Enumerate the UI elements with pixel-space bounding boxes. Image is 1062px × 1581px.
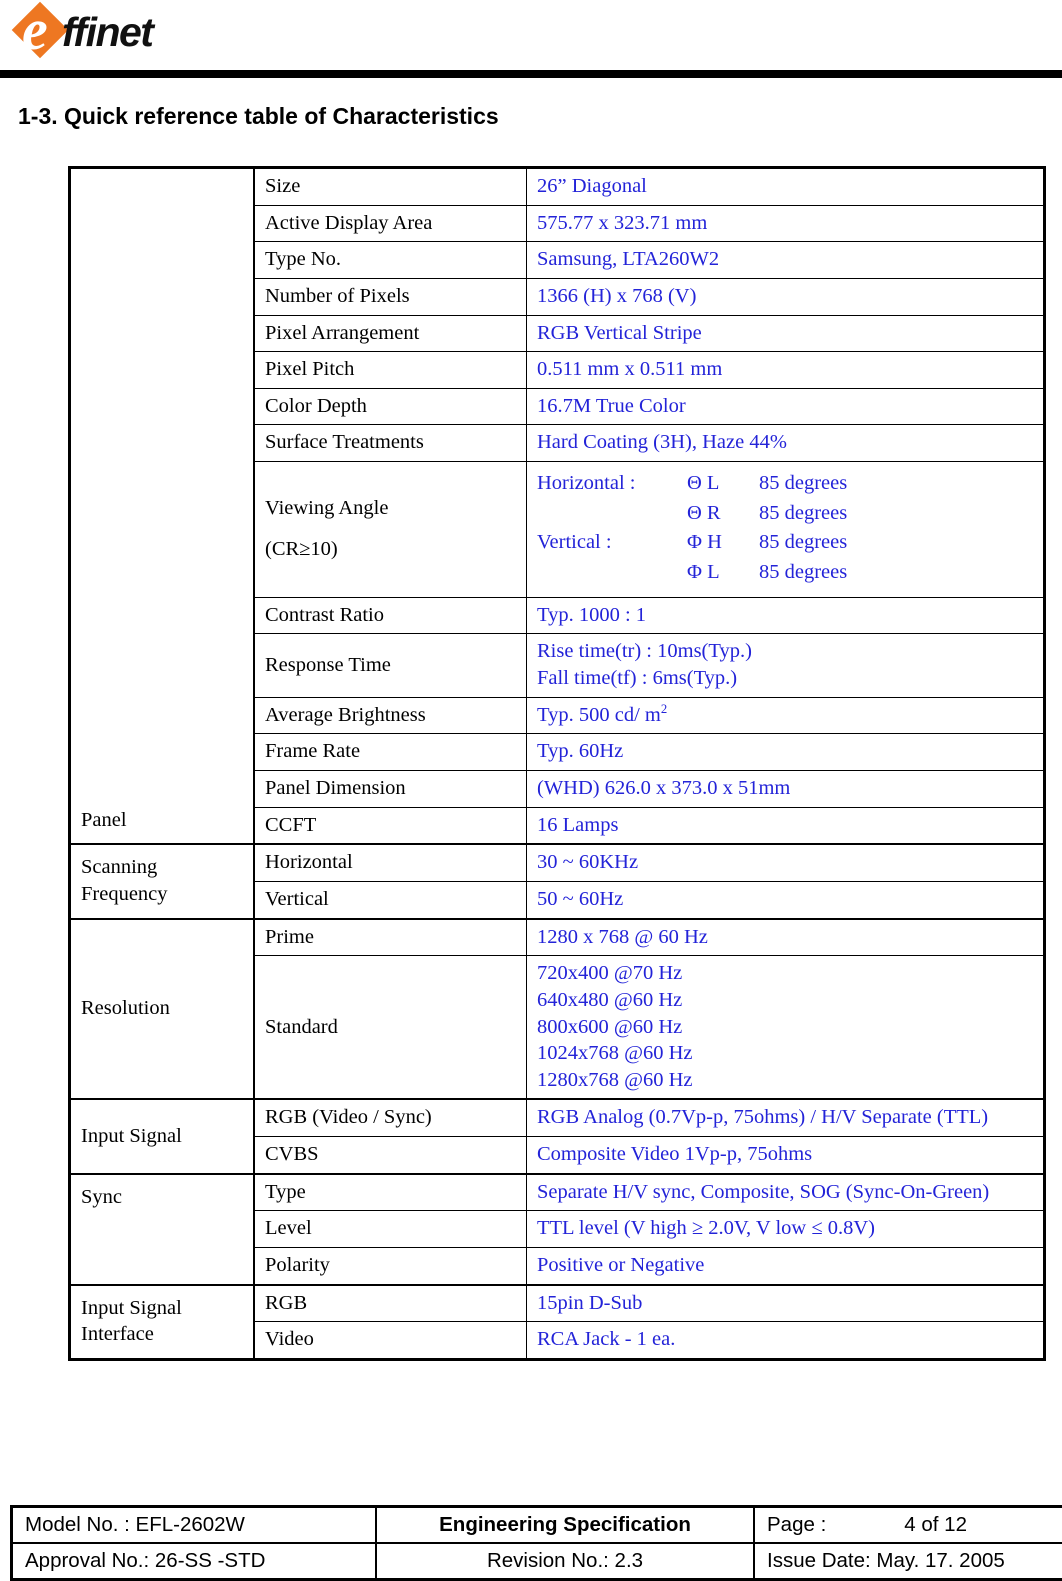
row-label: CCFT [254,807,527,844]
table-row: Input SignalRGB (Video / Sync)RGB Analog… [70,1099,1045,1136]
row-label: Pixel Arrangement [254,315,527,352]
row-value: Hard Coating (3H), Haze 44% [527,425,1045,462]
row-label: Prime [254,919,527,956]
viewing-angle-value: 85 degrees [759,529,1035,557]
row-label: Panel Dimension [254,771,527,808]
row-label: CVBS [254,1137,527,1174]
group-label-panel: Panel [70,168,255,845]
footer-row-bottom: Approval No.: 26-SS -STD Revision No.: 2… [12,1543,1062,1580]
row-value: Typ. 1000 : 1 [527,597,1045,634]
specification-table: PanelSize26” DiagonalActive Display Area… [68,166,1046,1361]
row-value: Samsung, LTA260W2 [527,242,1045,279]
table-row: ResolutionPrime1280 x 768 @ 60 Hz [70,919,1045,956]
row-label: Polarity [254,1247,527,1284]
viewing-angle-value: 85 degrees [759,559,1035,587]
viewing-angle-axis: Horizontal : [537,470,687,498]
row-value: 30 ~ 60KHz [527,844,1045,881]
row-label: RGB (Video / Sync) [254,1099,527,1136]
footer-model-no: Model No. : EFL-2602W [12,1507,377,1544]
table-row: Scanning FrequencyHorizontal30 ~ 60KHz [70,844,1045,881]
row-label: Color Depth [254,388,527,425]
viewing-angle-symbol: Φ L [687,559,759,587]
footer-row-top: Model No. : EFL-2602W Engineering Specif… [12,1507,1062,1544]
row-value: Typ. 60Hz [527,734,1045,771]
row-label: Video [254,1322,527,1360]
row-label: Type [254,1174,527,1211]
row-value: 0.511 mm x 0.511 mm [527,352,1045,389]
row-value: RGB Analog (0.7Vp-p, 75ohms) / H/V Separ… [527,1099,1045,1136]
footer-page-value: 4 of 12 [826,1513,967,1536]
group-label-resolution: Resolution [70,919,255,1100]
row-value: Separate H/V sync, Composite, SOG (Sync-… [527,1174,1045,1211]
row-label: Viewing Angle (CR≥10) [254,462,527,598]
row-value: Rise time(tr) : 10ms(Typ.) Fall time(tf)… [527,634,1045,697]
viewing-angle-value: 85 degrees [759,500,1035,528]
row-value: RGB Vertical Stripe [527,315,1045,352]
row-label: Response Time [254,634,527,697]
row-value: Typ. 500 cd/ m2 [527,697,1045,734]
company-logo: e ffinet [16,6,226,60]
row-label: Type No. [254,242,527,279]
row-value: 16 Lamps [527,807,1045,844]
footer-page-label: Page : [767,1513,826,1536]
viewing-angle-axis [537,500,687,528]
row-label-line1: Viewing Angle [265,495,518,522]
document-footer-table: Model No. : EFL-2602W Engineering Specif… [10,1505,1062,1581]
row-value: Composite Video 1Vp-p, 75ohms [527,1137,1045,1174]
viewing-angle-symbol: Θ L [687,470,759,498]
row-label: RGB [254,1285,527,1322]
row-value: RCA Jack - 1 ea. [527,1322,1045,1360]
page-title: 1-3. Quick reference table of Characteri… [18,103,499,130]
row-label: Vertical [254,881,527,918]
logo-letter-e: e [22,1,46,59]
row-value: Horizontal :Θ L85 degreesΘ R85 degreesVe… [527,462,1045,598]
value-superscript: 2 [661,702,667,716]
row-value: 1366 (H) x 768 (V) [527,278,1045,315]
footer-revision-no: Revision No.: 2.3 [376,1543,754,1580]
row-label: Level [254,1211,527,1248]
row-label: Frame Rate [254,734,527,771]
group-label-input-signal: Input Signal [70,1099,255,1173]
row-label: Horizontal [254,844,527,881]
header-divider-rule [0,70,1062,78]
row-value: 26” Diagonal [527,168,1045,206]
logo-wordmark: ffinet [62,9,152,55]
row-value: TTL level (V high ≥ 2.0V, V low ≤ 0.8V) [527,1211,1045,1248]
viewing-angle-symbol: Θ R [687,500,759,528]
table-row: PanelSize26” Diagonal [70,168,1045,206]
row-value: 575.77 x 323.71 mm [527,205,1045,242]
row-value: 15pin D-Sub [527,1285,1045,1322]
table-row: Input Signal InterfaceRGB15pin D-Sub [70,1285,1045,1322]
row-label: Average Brightness [254,697,527,734]
group-label-scanning-frequency: Scanning Frequency [70,844,255,918]
row-value: 16.7M True Color [527,388,1045,425]
row-value: 1280 x 768 @ 60 Hz [527,919,1045,956]
group-label-input-signal-interface: Input Signal Interface [70,1285,255,1360]
footer-approval-no: Approval No.: 26-SS -STD [12,1543,377,1580]
row-label: Pixel Pitch [254,352,527,389]
row-label: Size [254,168,527,206]
document-header: e ffinet [0,0,1062,80]
table-row: SyncTypeSeparate H/V sync, Composite, SO… [70,1174,1045,1211]
viewing-angle-symbol: Φ H [687,529,759,557]
row-value: (WHD) 626.0 x 373.0 x 51mm [527,771,1045,808]
footer-doc-title: Engineering Specification [376,1507,754,1544]
viewing-angle-axis [537,559,687,587]
row-label: Number of Pixels [254,278,527,315]
row-label: Active Display Area [254,205,527,242]
viewing-angle-grid: Horizontal :Θ L85 degreesΘ R85 degreesVe… [537,466,1035,592]
row-value: 50 ~ 60Hz [527,881,1045,918]
row-label-line2: (CR≥10) [265,536,518,563]
row-label: Surface Treatments [254,425,527,462]
footer-page: Page :4 of 12 [754,1507,1062,1544]
row-value: Positive or Negative [527,1247,1045,1284]
viewing-angle-value: 85 degrees [759,470,1035,498]
footer-issue-date: Issue Date: May. 17. 2005 [754,1543,1062,1580]
row-value: 720x400 @70 Hz 640x480 @60 Hz 800x600 @6… [527,956,1045,1100]
row-label: Contrast Ratio [254,597,527,634]
group-label-sync: Sync [70,1174,255,1285]
row-label: Standard [254,956,527,1100]
viewing-angle-axis: Vertical : [537,529,687,557]
